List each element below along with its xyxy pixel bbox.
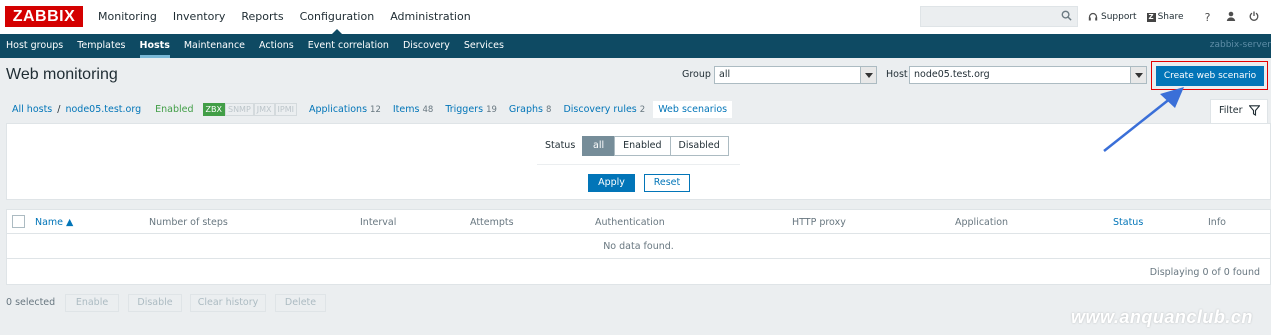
share-link[interactable]: Z Share (1146, 12, 1184, 22)
column-application: Application (955, 217, 1009, 228)
host-select[interactable]: node05.test.org (909, 66, 1147, 84)
page-title: Web monitoring (6, 66, 118, 83)
share-icon: Z (1146, 12, 1156, 22)
menu-monitoring[interactable]: Monitoring (90, 0, 165, 34)
table-header: Name ▲ Number of steps Interval Attempts… (7, 210, 1270, 234)
chevron-down-icon (860, 67, 876, 83)
tab-applications[interactable]: Applications 12 (309, 104, 381, 115)
filter-label: Filter (1219, 105, 1243, 116)
submenu-maintenance[interactable]: Maintenance (178, 34, 253, 58)
filter-icon (1249, 105, 1260, 116)
status-option-all[interactable]: all (582, 136, 616, 156)
chevron-down-icon (1130, 67, 1146, 83)
column-status[interactable]: Status (1113, 217, 1143, 228)
tab-web-scenarios[interactable]: Web scenarios (653, 101, 733, 118)
column-name[interactable]: Name ▲ (35, 217, 73, 228)
menu-inventory[interactable]: Inventory (165, 0, 234, 34)
status-label: Status (545, 140, 576, 151)
host-link[interactable]: node05.test.org (65, 104, 141, 115)
select-all-checkbox[interactable] (12, 215, 25, 228)
submenu-host-groups[interactable]: Host groups (0, 34, 71, 58)
host-select-value: node05.test.org (914, 69, 990, 80)
zbx-badge: ZBX (202, 103, 225, 116)
help-icon[interactable]: ? (1199, 11, 1217, 24)
enable-button[interactable]: Enable (65, 294, 119, 312)
submenu-discovery[interactable]: Discovery (397, 34, 458, 58)
group-select[interactable]: all (714, 66, 877, 84)
column-interval: Interval (360, 217, 397, 228)
submenu-hosts[interactable]: Hosts (134, 34, 178, 58)
breadcrumb: All hosts / node05.test.org Enabled ZBX … (6, 100, 733, 119)
jmx-badge: JMX (253, 103, 275, 116)
headset-icon (1088, 12, 1098, 21)
create-web-scenario-button[interactable]: Create web scenario (1156, 66, 1264, 86)
column-number-of-steps: Number of steps (149, 217, 228, 228)
search-icon[interactable] (1061, 10, 1072, 21)
filter-panel: Status all Enabled Disabled Apply Reset (6, 123, 1271, 200)
selected-count: 0 selected (6, 297, 56, 308)
column-info: Info (1208, 217, 1226, 228)
column-http-proxy: HTTP proxy (792, 217, 846, 228)
delete-button[interactable]: Delete (275, 294, 326, 312)
support-label: Support (1101, 12, 1137, 22)
server-name: zabbix-server (1209, 40, 1271, 50)
host-label: Host (886, 69, 908, 80)
submenu-services[interactable]: Services (458, 34, 512, 58)
share-label: Share (1157, 12, 1184, 22)
tab-discovery-rules[interactable]: Discovery rules 2 (563, 104, 645, 115)
apply-button[interactable]: Apply (588, 174, 635, 192)
host-status[interactable]: Enabled (155, 104, 193, 115)
column-authentication: Authentication (595, 217, 665, 228)
clear-history-button[interactable]: Clear history (190, 294, 266, 312)
reset-button[interactable]: Reset (644, 174, 690, 192)
group-select-value: all (719, 69, 731, 80)
status-segmented-control: all Enabled Disabled (582, 136, 729, 156)
column-attempts: Attempts (470, 217, 514, 228)
submenu-event-correlation[interactable]: Event correlation (302, 34, 397, 58)
menu-reports[interactable]: Reports (233, 0, 291, 34)
no-data-message: No data found. (7, 235, 1270, 259)
menu-configuration[interactable]: Configuration (292, 0, 383, 34)
sign-out-icon[interactable] (1245, 11, 1263, 24)
zabbix-logo[interactable]: ZABBIX (5, 6, 83, 27)
table-footer-count: Displaying 0 of 0 found (1149, 267, 1260, 278)
menu-administration[interactable]: Administration (382, 0, 479, 34)
sub-menu: Host groups Templates Hosts Maintenance … (0, 34, 1271, 58)
main-menu: Monitoring Inventory Reports Configurati… (90, 0, 479, 34)
all-hosts-link[interactable]: All hosts (12, 104, 52, 115)
user-profile-icon[interactable] (1222, 11, 1240, 24)
top-links: Support Z Share ? (1088, 0, 1263, 34)
filter-tab[interactable]: Filter (1210, 99, 1268, 124)
web-scenarios-table: Name ▲ Number of steps Interval Attempts… (6, 209, 1271, 285)
status-option-disabled[interactable]: Disabled (669, 136, 729, 156)
create-button-highlight: Create web scenario (1151, 61, 1268, 90)
support-link[interactable]: Support (1088, 12, 1137, 22)
ipmi-badge: IPMI (274, 103, 297, 116)
status-option-enabled[interactable]: Enabled (614, 136, 671, 156)
watermark: www.anquanclub.cn (1071, 307, 1253, 327)
submenu-actions[interactable]: Actions (253, 34, 302, 58)
breadcrumb-separator: / (57, 104, 61, 115)
availability-badges: ZBX SNMP JMX IPMI (202, 103, 297, 116)
disable-button[interactable]: Disable (128, 294, 182, 312)
tab-graphs[interactable]: Graphs 8 (509, 104, 552, 115)
top-bar: ZABBIX Monitoring Inventory Reports Conf… (0, 0, 1271, 34)
tab-items[interactable]: Items 48 (393, 104, 433, 115)
submenu-templates[interactable]: Templates (71, 34, 133, 58)
search-input[interactable] (920, 6, 1078, 27)
group-label: Group (682, 69, 711, 80)
filter-divider (537, 164, 740, 165)
snmp-badge: SNMP (224, 103, 254, 116)
tab-triggers[interactable]: Triggers 19 (445, 104, 497, 115)
